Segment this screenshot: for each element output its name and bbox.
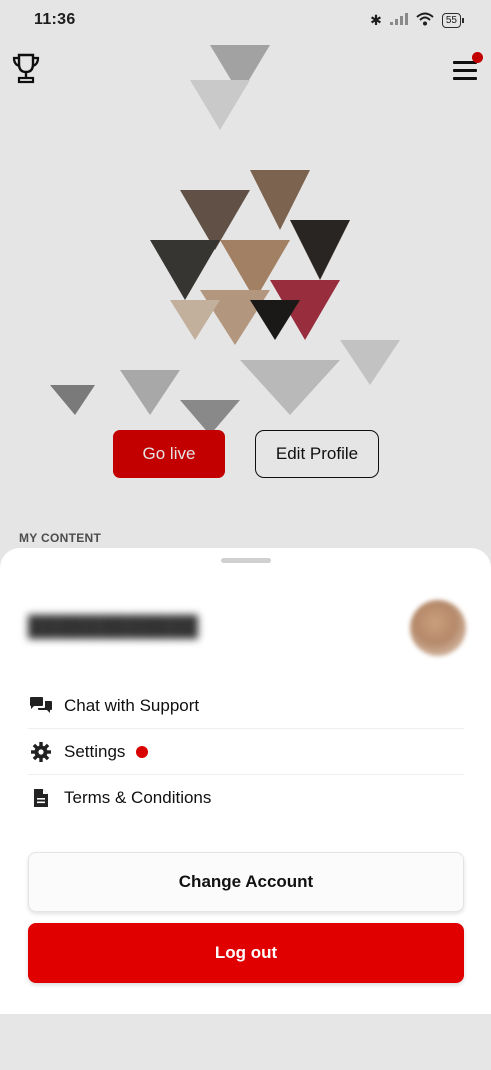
account-menu: Chat with Support Settings Terms & Condi… <box>28 683 464 821</box>
chat-with-support-item[interactable]: Chat with Support <box>28 683 464 729</box>
chat-bubbles-icon <box>28 695 54 717</box>
terms-conditions-item[interactable]: Terms & Conditions <box>28 775 464 821</box>
logout-button[interactable]: Log out <box>28 923 464 983</box>
avatar[interactable] <box>410 600 466 656</box>
document-icon <box>28 787 54 809</box>
settings-notification-dot <box>136 745 149 758</box>
username-blurred: ████████████ <box>28 616 199 638</box>
menu-item-label: Terms & Conditions <box>64 788 212 807</box>
menu-item-label: Chat with Support <box>64 695 200 715</box>
account-bottom-sheet: ████████████ Chat with Support Settings … <box>0 548 491 1014</box>
gear-icon <box>28 741 54 763</box>
drag-handle[interactable] <box>221 558 271 563</box>
bottom-nav-area <box>0 1014 491 1070</box>
menu-item-label: Settings <box>64 741 126 761</box>
settings-item[interactable]: Settings <box>28 729 464 775</box>
change-account-button[interactable]: Change Account <box>28 852 464 912</box>
